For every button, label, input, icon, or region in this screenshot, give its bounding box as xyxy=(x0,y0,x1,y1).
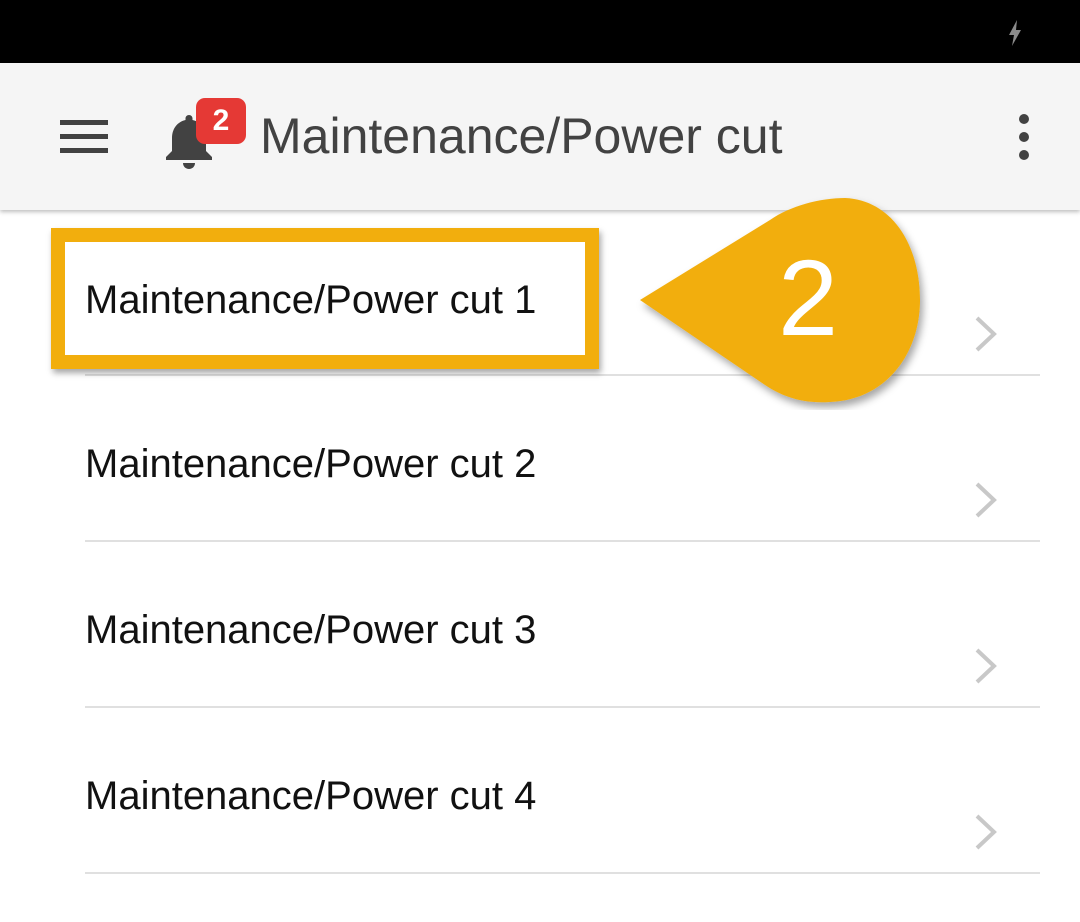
hamburger-menu-icon[interactable] xyxy=(60,120,108,154)
list-item-label: Maintenance/Power cut 2 xyxy=(85,442,537,486)
chevron-right-icon xyxy=(975,648,997,684)
step-callout-marker: 2 xyxy=(640,198,920,403)
list-item[interactable]: Maintenance/Power cut 4 xyxy=(0,708,1080,874)
more-vert-icon[interactable] xyxy=(1012,113,1036,161)
chevron-right-icon xyxy=(975,316,997,352)
notification-count-badge: 2 xyxy=(196,98,246,144)
page-title: Maintenance/Power cut xyxy=(260,108,783,164)
list-item-label: Maintenance/Power cut 1 xyxy=(85,278,537,322)
step-number: 2 xyxy=(778,237,838,358)
list-item[interactable]: Maintenance/Power cut 3 xyxy=(0,542,1080,708)
chevron-right-icon xyxy=(975,482,997,518)
list-item-label: Maintenance/Power cut 3 xyxy=(85,608,537,652)
status-bar xyxy=(0,0,1080,63)
chevron-right-icon xyxy=(975,814,997,850)
charging-icon xyxy=(1009,20,1021,46)
list-item-label: Maintenance/Power cut 4 xyxy=(85,774,537,818)
divider xyxy=(85,872,1040,874)
notifications-button[interactable]: 2 xyxy=(163,98,253,177)
app-bar: 2 Maintenance/Power cut xyxy=(0,63,1080,210)
